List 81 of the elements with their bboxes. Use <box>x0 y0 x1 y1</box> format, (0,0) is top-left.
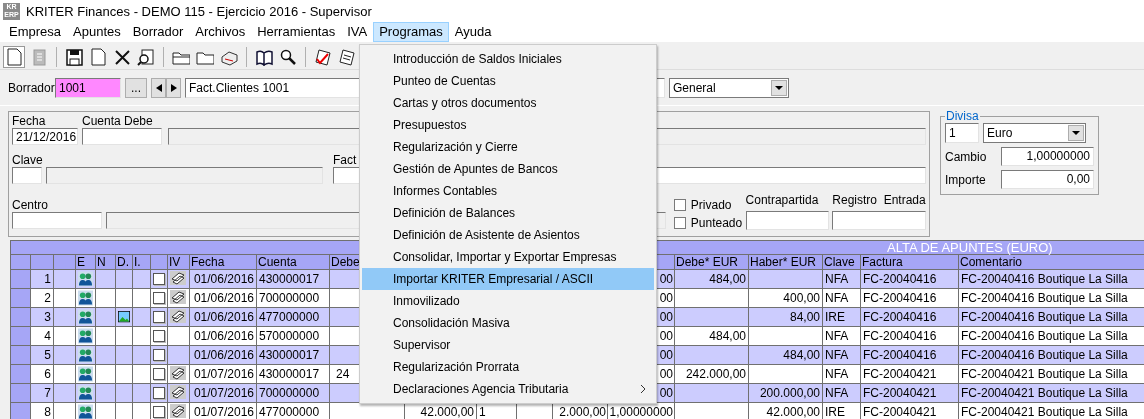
table-cell: FC-20040416 <box>861 289 959 307</box>
table-cell: NFA <box>823 365 861 383</box>
table-cell: FC-20040416 Boutique La Silla <box>959 289 1144 307</box>
table-cell: 5 <box>31 346 54 364</box>
table-cell: 484,00 <box>675 327 749 345</box>
table-cell: 700000000 <box>257 289 330 307</box>
field-label: Cambio <box>945 149 988 164</box>
table-cell: FC-20040421 <box>861 403 959 419</box>
table-cell: 700000000 <box>257 384 330 402</box>
table-cell: FC-20040416 Boutique La Silla <box>959 308 1144 326</box>
table-cell: 7 <box>31 384 54 402</box>
field-label: Fecha <box>12 115 47 128</box>
checkbox-label: Punteado <box>690 216 743 230</box>
column-header: Comentario <box>959 255 1144 269</box>
field-label: Cuenta Debe <box>82 115 153 128</box>
column-header: N <box>96 255 116 269</box>
column-header: IV <box>168 255 190 269</box>
column-header: Cuenta <box>257 255 330 269</box>
column-header: Fecha <box>190 255 257 269</box>
table-cell: FC-20040421 <box>861 384 959 402</box>
checkbox-label: Privado <box>690 198 732 212</box>
table-cell: 430000017 <box>257 365 330 383</box>
table-cell: 01/07/2016 <box>190 403 257 419</box>
table-cell: 4 <box>31 327 54 345</box>
table-cell: FC-20040421 Boutique La Silla <box>959 384 1144 402</box>
column-header: E <box>76 255 96 269</box>
table-cell: 01/07/2016 <box>190 365 257 383</box>
table-cell: 8 <box>31 403 54 419</box>
table-cell: 1 <box>31 270 54 288</box>
table-cell: FC-20040416 Boutique La Silla <box>959 270 1144 288</box>
table-cell: 01/06/2016 <box>190 346 257 364</box>
table-cell: NFA <box>823 346 861 364</box>
column-header: Factura <box>861 255 959 269</box>
window-title: KRITER Finances - DEMO 115 - Ejercicio 2016 - Supervisor <box>26 3 372 19</box>
table-cell: 42.000,00 <box>749 403 823 419</box>
column-header: D. <box>116 255 133 269</box>
table-cell: 570000000 <box>257 327 330 345</box>
table-cell: FC-20040416 Boutique La Silla <box>959 327 1144 345</box>
table-cell: FC-20040421 <box>861 365 959 383</box>
table-cell: 242.000,00 <box>675 365 749 383</box>
table-cell: 01/06/2016 <box>190 327 257 345</box>
table-cell: 01/07/2016 <box>190 384 257 402</box>
table-cell: FC-20040416 <box>861 270 959 288</box>
table-cell: FC-20040416 Boutique La Silla <box>959 346 1144 364</box>
table-cell: 84,00 <box>749 308 823 326</box>
table-cell: 01/06/2016 <box>190 308 257 326</box>
field-label: Contrapartida <box>745 193 820 207</box>
field-label: Importe <box>945 172 987 187</box>
column-header: I. <box>133 255 151 269</box>
table-cell: 400,00 <box>749 289 823 307</box>
group-title: Divisa <box>945 109 980 123</box>
table-cell: FC-20040421 Boutique La Silla <box>959 365 1144 383</box>
table-cell: 01/06/2016 <box>190 270 257 288</box>
field-label: Registro Entrada <box>832 193 926 207</box>
column-header: Debe* EUR <box>675 255 749 269</box>
table-cell: 430000017 <box>257 346 330 364</box>
field-label: Clave <box>12 154 44 167</box>
table-cell: FC-20040416 <box>861 327 959 345</box>
table-cell: IRE <box>823 403 861 419</box>
table-cell: 430000017 <box>257 270 330 288</box>
table-cell: NFA <box>823 384 861 402</box>
table-cell: IRE <box>823 308 861 326</box>
table-cell: FC-20040421 Boutique La Silla <box>959 403 1144 419</box>
column-header: Clave <box>823 255 861 269</box>
table-cell: FC-20040416 <box>861 346 959 364</box>
table-cell: 2 <box>31 289 54 307</box>
field-label: Fact <box>333 154 357 167</box>
table-cell: NFA <box>823 289 861 307</box>
column-header: Haber* EUR <box>749 255 823 269</box>
field-label: Centro <box>12 199 49 212</box>
table-cell: NFA <box>823 327 861 345</box>
table-cell: 477000000 <box>257 403 330 419</box>
table-cell: 484,00 <box>675 270 749 288</box>
table-cell: FC-20040416 <box>861 308 959 326</box>
table-cell: 3 <box>31 308 54 326</box>
table-cell: 484,00 <box>749 346 823 364</box>
table-cell: 6 <box>31 365 54 383</box>
table-cell: 200.000,00 <box>749 384 823 402</box>
table-cell: NFA <box>823 270 861 288</box>
table-cell: 01/06/2016 <box>190 289 257 307</box>
table-cell: 477000000 <box>257 308 330 326</box>
